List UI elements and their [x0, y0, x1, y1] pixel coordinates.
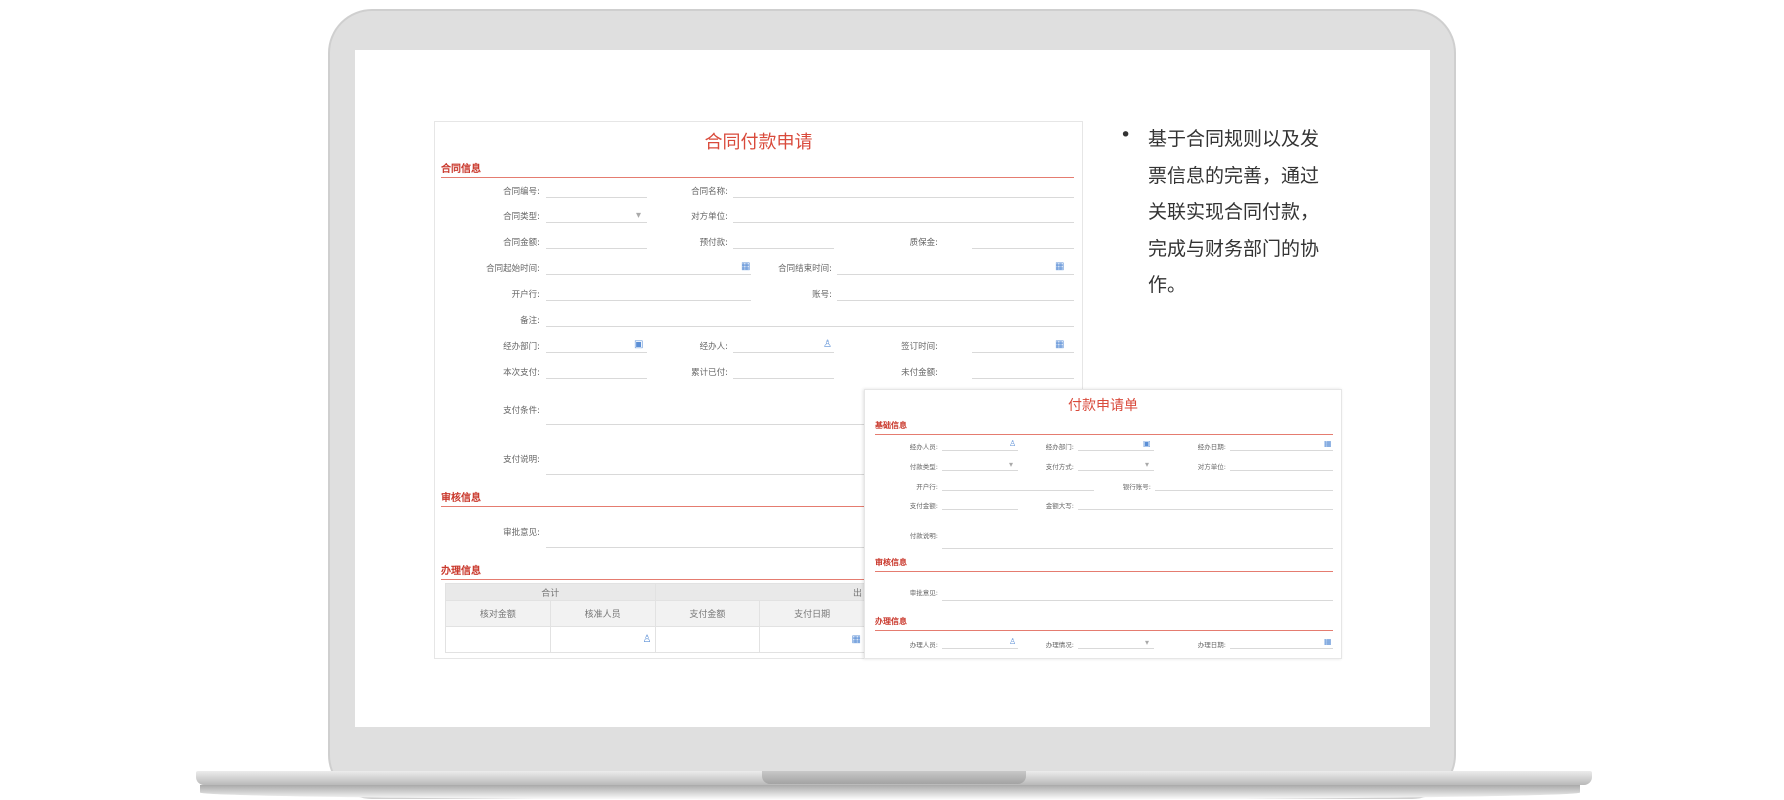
calendar-icon[interactable]: ▦: [1324, 440, 1332, 448]
label-approval: 审批意见:: [503, 528, 540, 538]
user-icon[interactable]: ♙: [643, 634, 652, 645]
section-contract-info: 合同信息: [441, 164, 481, 175]
table-column-header: 支付金额: [654, 600, 761, 627]
label-this-payment: 本次支付:: [503, 368, 540, 378]
table-column-header: 支付日期: [759, 600, 865, 627]
form-title: 付款申请单: [1068, 398, 1138, 414]
form-title: 合同付款申请: [704, 132, 813, 153]
label-contract-amount: 合同金额:: [503, 238, 540, 248]
unpaid-field[interactable]: [972, 365, 1074, 379]
pay-desc-field[interactable]: [546, 452, 866, 475]
label-bank: 开户行:: [511, 290, 540, 300]
pay-terms-field[interactable]: [546, 402, 866, 425]
approval-field[interactable]: [942, 582, 1333, 601]
label-amount: 支付金额:: [909, 502, 938, 510]
label-bank-account: 银行账号:: [1122, 483, 1151, 491]
label-remark: 备注:: [520, 316, 540, 326]
label-pay-terms: 支付条件:: [503, 406, 540, 416]
proc-status-select[interactable]: [1078, 638, 1154, 649]
section-divider: [875, 434, 1333, 435]
label-pay-desc: 付款说明:: [909, 532, 938, 540]
pay-method-select[interactable]: [1078, 460, 1154, 471]
label-pay-type: 付款类型:: [909, 463, 938, 471]
calendar-icon[interactable]: ▦: [1324, 638, 1332, 646]
proc-date-field[interactable]: [1230, 638, 1333, 649]
remark-field[interactable]: [546, 313, 1074, 327]
label-bank: 开户行:: [916, 483, 938, 491]
laptop-base-shadow: [200, 785, 1580, 800]
label-sign-time: 签订时间:: [901, 342, 938, 352]
section-divider: [441, 506, 865, 507]
counterparty-field[interactable]: [733, 209, 1074, 223]
label-warranty: 质保金:: [909, 238, 938, 248]
bullet-dot: •: [1120, 124, 1132, 146]
label-counterparty: 对方单位:: [691, 212, 728, 222]
section-divider: [875, 571, 1333, 572]
table-group-header: 合计: [445, 583, 656, 601]
section-review-info: 审核信息: [875, 558, 907, 567]
section-process-info: 办理信息: [875, 617, 907, 626]
payment-request-form: 付款申请单 基础信息 经办人员: ♙ 经办部门: ▣ 经办日期: ▦ 付款类型:…: [864, 389, 1342, 659]
amount-caps-field[interactable]: [1078, 499, 1333, 510]
date-field[interactable]: [1230, 440, 1333, 451]
bank-account-field[interactable]: [1155, 480, 1333, 491]
section-review-info: 审核信息: [441, 493, 481, 504]
table-column-header: 核准人员: [549, 600, 656, 627]
label-contract-no: 合同编号:: [503, 187, 540, 197]
label-date: 经办日期:: [1197, 443, 1226, 451]
table-column-header: 核对金额: [445, 600, 551, 627]
section-process-info: 办理信息: [441, 566, 481, 577]
label-prepayment: 预付款:: [699, 238, 728, 248]
section-divider: [875, 630, 1333, 631]
label-dept: 经办部门:: [503, 342, 540, 352]
counterparty-field[interactable]: [1230, 460, 1333, 471]
label-dept: 经办部门:: [1045, 443, 1074, 451]
table-group-header-right: 出: [654, 583, 865, 601]
label-counterparty: 对方单位:: [1197, 463, 1226, 471]
approval-field[interactable]: [546, 525, 866, 548]
label-account: 账号:: [812, 290, 832, 300]
label-pay-desc: 支付说明:: [503, 455, 540, 465]
table-cell[interactable]: ♙: [549, 626, 656, 653]
label-paid-total: 累计已付:: [691, 368, 728, 378]
label-contract-name: 合同名称:: [691, 187, 728, 197]
table-cell[interactable]: ▦: [759, 626, 865, 653]
section-divider: [441, 579, 865, 580]
table-cell[interactable]: [445, 626, 551, 653]
account-field[interactable]: [837, 287, 1074, 301]
label-unpaid: 未付金额:: [901, 368, 938, 378]
label-start-time: 合同起始时间:: [486, 264, 540, 274]
warranty-field[interactable]: [972, 235, 1074, 249]
section-divider: [441, 177, 1074, 178]
process-table: 合计 出 核对金额 核准人员 支付金额 支付日期 ♙ ▦: [445, 583, 865, 653]
label-amount-caps: 金额大写:: [1045, 502, 1074, 510]
bullet-description: 基于合同规则以及发票信息的完善，通过关联实现合同付款，完成与财务部门的协作。: [1148, 128, 1320, 296]
pay-desc-field[interactable]: [942, 522, 1333, 549]
calendar-icon[interactable]: ▦: [1055, 262, 1064, 272]
label-handler: 经办人:: [699, 342, 728, 352]
end-time-field[interactable]: [837, 261, 1074, 275]
label-proc-date: 办理日期:: [1197, 641, 1226, 649]
laptop-hinge-notch: [762, 771, 1026, 784]
calendar-icon[interactable]: ▦: [1055, 340, 1064, 350]
label-approval: 审批意见:: [909, 589, 938, 597]
label-pay-method: 支付方式:: [1045, 463, 1074, 471]
label-proc-status: 办理情况:: [1045, 641, 1074, 649]
label-handler: 经办人员:: [909, 443, 938, 451]
label-contract-type: 合同类型:: [503, 212, 540, 222]
section-basic-info: 基础信息: [875, 421, 907, 430]
contract-name-field[interactable]: [733, 184, 1074, 198]
label-proc-person: 办理人员:: [909, 641, 938, 649]
table-cell[interactable]: [654, 626, 761, 653]
label-end-time: 合同结束时间:: [778, 264, 832, 274]
